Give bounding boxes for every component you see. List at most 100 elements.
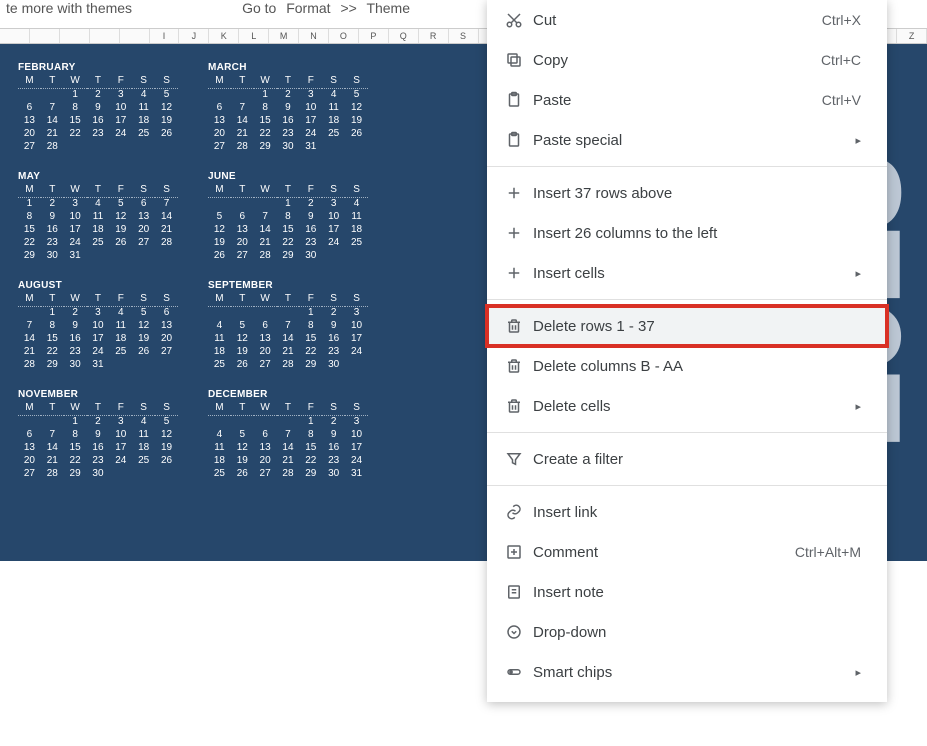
day-cell [64, 140, 87, 153]
column-header-cell[interactable]: J [179, 29, 209, 43]
column-header-cell[interactable] [60, 29, 90, 43]
day-cell: 16 [87, 441, 110, 454]
column-header-cell[interactable]: N [299, 29, 329, 43]
day-cell: 19 [231, 345, 254, 358]
month-grid: MTWTFSS123456789101112131415161718192021… [208, 75, 368, 153]
day-cell: 18 [132, 441, 155, 454]
menu-delete-rows[interactable]: Delete rows 1 - 37 [487, 306, 887, 346]
day-cell: 26 [345, 127, 368, 140]
day-header: S [322, 293, 345, 306]
day-cell: 26 [231, 467, 254, 480]
day-header: F [109, 75, 132, 88]
menu-paste[interactable]: Paste Ctrl+V [487, 80, 887, 120]
column-header-cell[interactable]: K [209, 29, 239, 43]
day-cell: 18 [87, 223, 110, 236]
day-cell: 16 [322, 441, 345, 454]
menu-copy[interactable]: Copy Ctrl+C [487, 40, 887, 80]
day-cell [109, 140, 132, 153]
plus-icon [505, 264, 533, 282]
menu-copy-shortcut: Ctrl+C [821, 52, 861, 68]
day-cell: 1 [64, 415, 87, 428]
column-header-cell[interactable]: P [359, 29, 389, 43]
menu-smart-chips[interactable]: Smart chips ▸ [487, 652, 887, 692]
menu-insert-rows-label: Insert 37 rows above [533, 185, 861, 202]
column-header-cell[interactable]: O [329, 29, 359, 43]
day-header: S [322, 184, 345, 197]
day-cell: 29 [64, 467, 87, 480]
day-cell: 12 [231, 441, 254, 454]
day-cell [132, 140, 155, 153]
menu-dropdown[interactable]: Drop-down [487, 612, 887, 652]
column-header-cell[interactable]: Q [389, 29, 419, 43]
day-cell: 2 [322, 415, 345, 428]
day-cell: 13 [254, 441, 277, 454]
day-cell: 5 [231, 428, 254, 441]
day-cell [322, 249, 345, 262]
day-cell: 22 [41, 345, 64, 358]
day-cell: 10 [345, 428, 368, 441]
day-cell [155, 358, 178, 371]
day-cell: 28 [231, 140, 254, 153]
menu-paste-special[interactable]: Paste special ▸ [487, 120, 887, 160]
day-header: T [231, 293, 254, 306]
day-cell: 21 [277, 454, 300, 467]
day-header: T [231, 184, 254, 197]
column-header-cell[interactable]: M [269, 29, 299, 43]
menu-cut[interactable]: Cut Ctrl+X [487, 0, 887, 40]
day-cell: 29 [41, 358, 64, 371]
day-header: F [299, 293, 322, 306]
day-cell: 25 [109, 345, 132, 358]
day-cell: 27 [254, 358, 277, 371]
day-cell: 24 [109, 454, 132, 467]
day-header: M [208, 184, 231, 197]
day-header: F [109, 402, 132, 415]
column-header-cell[interactable]: L [239, 29, 269, 43]
day-header: T [277, 184, 300, 197]
menu-insert-cells[interactable]: Insert cells ▸ [487, 253, 887, 293]
day-header: M [18, 184, 41, 197]
column-header-cell[interactable] [0, 29, 30, 43]
month-title: NOVEMBER [18, 389, 198, 400]
day-cell: 15 [41, 332, 64, 345]
day-cell: 30 [322, 467, 345, 480]
column-header-cell[interactable] [120, 29, 150, 43]
paste-special-icon [505, 131, 533, 149]
breadcrumb-sep: >> [340, 0, 356, 16]
menu-create-filter[interactable]: Create a filter [487, 439, 887, 479]
menu-insert-rows-above[interactable]: Insert 37 rows above [487, 173, 887, 213]
menu-insert-note[interactable]: Insert note [487, 572, 887, 612]
column-header-cell[interactable]: R [419, 29, 449, 43]
menu-insert-link[interactable]: Insert link [487, 492, 887, 532]
column-header-cell[interactable]: S [449, 29, 479, 43]
month-title: FEBRUARY [18, 62, 198, 73]
day-header: S [155, 402, 178, 415]
menu-comment[interactable]: Comment Ctrl+Alt+M [487, 532, 887, 572]
copy-icon [505, 51, 533, 69]
plus-icon [505, 184, 533, 202]
day-cell: 2 [299, 197, 322, 210]
menu-delete-cells[interactable]: Delete cells ▸ [487, 386, 887, 426]
menu-delete-cols[interactable]: Delete columns B - AA [487, 346, 887, 386]
day-cell: 14 [18, 332, 41, 345]
breadcrumb-theme: Theme [366, 0, 410, 16]
column-header-cell[interactable] [90, 29, 120, 43]
day-header: S [322, 402, 345, 415]
day-cell: 13 [18, 441, 41, 454]
day-cell: 10 [64, 210, 87, 223]
day-cell [155, 140, 178, 153]
month-title: AUGUST [18, 280, 198, 291]
day-cell: 2 [277, 88, 300, 101]
day-header: F [299, 402, 322, 415]
day-cell: 3 [109, 88, 132, 101]
menu-insert-cols-left[interactable]: Insert 26 columns to the left [487, 213, 887, 253]
note-icon [505, 583, 533, 601]
day-cell: 19 [231, 454, 254, 467]
day-cell: 3 [299, 88, 322, 101]
column-header-cell[interactable]: Z [897, 29, 927, 43]
day-cell: 1 [18, 197, 41, 210]
day-cell: 28 [18, 358, 41, 371]
day-cell: 20 [254, 345, 277, 358]
column-header-cell[interactable] [30, 29, 60, 43]
column-header-cell[interactable]: I [150, 29, 180, 43]
day-cell: 14 [277, 332, 300, 345]
